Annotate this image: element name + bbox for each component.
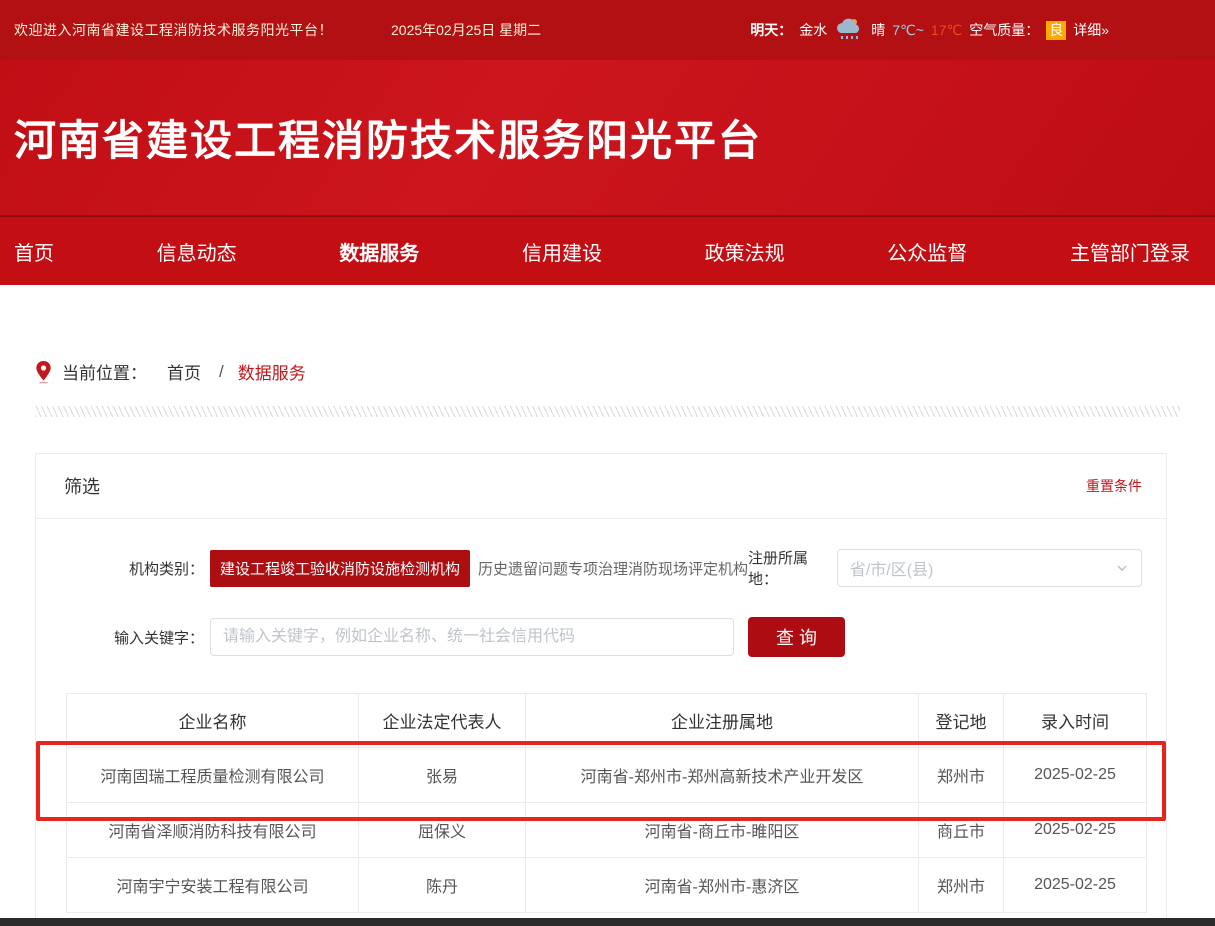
cloud-rain-icon [834, 18, 864, 42]
air-quality-badge: 良 [1046, 21, 1066, 40]
region-select[interactable]: 省/市/区(县) [837, 549, 1142, 587]
weather-detail-link[interactable]: 详细» [1073, 20, 1109, 40]
weather-district: 金水 [799, 20, 827, 40]
nav-item-home[interactable]: 首页 [14, 237, 54, 266]
table-header-row: 企业名称 企业法定代表人 企业注册属地 登记地 录入时间 [67, 694, 1147, 748]
col-registered-address: 企业注册属地 [526, 694, 919, 748]
cell-registered-address: 河南省-郑州市-郑州高新技术产业开发区 [526, 748, 919, 803]
reset-conditions-link[interactable]: 重置条件 [1086, 476, 1142, 496]
cell-legal-rep: 屈保义 [359, 803, 526, 858]
weather-widget: 明天： 金水 晴 7℃~ 17℃ 空气质量： 良 详细» [750, 18, 1109, 42]
region-label: 注册所属地： [748, 547, 829, 589]
location-pin-icon [35, 360, 52, 384]
cell-legal-rep: 张易 [359, 748, 526, 803]
weather-tomorrow-label: 明天： [750, 20, 792, 40]
nav-item-policy[interactable]: 政策法规 [705, 237, 785, 266]
cell-entry-date: 2025-02-25 [1004, 858, 1147, 913]
cell-registration-place: 商丘市 [919, 803, 1004, 858]
region-select-placeholder: 省/市/区(县) [850, 556, 934, 580]
category-label: 机构类别： [74, 558, 204, 579]
region-filter-group: 注册所属地： 省/市/区(县) [748, 547, 1142, 589]
cell-legal-rep: 陈丹 [359, 858, 526, 913]
chevron-down-icon [1115, 561, 1129, 575]
temp-high: 17℃ [931, 22, 962, 39]
col-entry-date: 录入时间 [1004, 694, 1147, 748]
slash-divider [35, 406, 1180, 417]
main-nav: 首页 信息动态 数据服务 信用建设 政策法规 公众监督 主管部门登录 [0, 215, 1215, 285]
keyword-label: 输入关键字： [74, 627, 204, 648]
welcome-text: 欢迎进入河南省建设工程消防技术服务阳光平台！ [14, 20, 333, 40]
cell-registration-place: 郑州市 [919, 748, 1004, 803]
category-tab-inspection[interactable]: 建设工程竣工验收消防设施检测机构 [210, 550, 470, 587]
results-table: 企业名称 企业法定代表人 企业注册属地 登记地 录入时间 河南固瑞工程质量检测有… [66, 693, 1147, 913]
breadcrumb-home[interactable]: 首页 [167, 359, 201, 384]
cell-registered-address: 河南省-郑州市-惠济区 [526, 858, 919, 913]
breadcrumb-label: 当前位置： [62, 359, 147, 384]
cell-entry-date: 2025-02-25 [1004, 803, 1147, 858]
breadcrumb-separator: / [219, 362, 224, 382]
nav-item-news[interactable]: 信息动态 [157, 237, 237, 266]
cell-company-name: 河南宇宁安装工程有限公司 [67, 858, 359, 913]
page: 欢迎进入河南省建设工程消防技术服务阳光平台！ 2025年02月25日 星期二 明… [0, 0, 1215, 926]
category-tab-legacy[interactable]: 历史遗留问题专项治理消防现场评定机构 [478, 558, 748, 579]
date-text: 2025年02月25日 星期二 [391, 20, 541, 40]
nav-item-supervision[interactable]: 公众监督 [887, 237, 967, 266]
table-row[interactable]: 河南固瑞工程质量检测有限公司 张易 河南省-郑州市-郑州高新技术产业开发区 郑州… [67, 748, 1147, 803]
nav-item-data-service[interactable]: 数据服务 [339, 237, 419, 266]
site-title: 河南省建设工程消防技术服务阳光平台 [14, 107, 762, 168]
keyword-input[interactable] [210, 618, 734, 656]
nav-item-admin-login[interactable]: 主管部门登录 [1070, 237, 1190, 266]
col-legal-rep: 企业法定代表人 [359, 694, 526, 748]
table-row[interactable]: 河南省泽顺消防科技有限公司 屈保义 河南省-商丘市-睢阳区 商丘市 2025-0… [67, 803, 1147, 858]
filter-panel-header: 筛选 重置条件 [36, 454, 1166, 519]
table-row[interactable]: 河南宇宁安装工程有限公司 陈丹 河南省-郑州市-惠济区 郑州市 2025-02-… [67, 858, 1147, 913]
nav-item-credit[interactable]: 信用建设 [522, 237, 602, 266]
cell-registered-address: 河南省-商丘市-睢阳区 [526, 803, 919, 858]
filter-title: 筛选 [64, 473, 100, 499]
col-company-name: 企业名称 [67, 694, 359, 748]
breadcrumb: 当前位置： 首页 / 数据服务 [35, 359, 1215, 384]
temp-low: 7℃~ [892, 22, 924, 39]
top-utility-bar: 欢迎进入河南省建设工程消防技术服务阳光平台！ 2025年02月25日 星期二 明… [0, 0, 1215, 60]
bottom-dark-bar [0, 918, 1215, 926]
cell-registration-place: 郑州市 [919, 858, 1004, 913]
cell-company-name: 河南省泽顺消防科技有限公司 [67, 803, 359, 858]
keyword-filter-row: 输入关键字： 查 询 [36, 617, 1166, 657]
site-banner: 河南省建设工程消防技术服务阳光平台 [0, 60, 1215, 215]
filter-panel: 筛选 重置条件 机构类别： 建设工程竣工验收消防设施检测机构 历史遗留问题专项治… [35, 453, 1167, 926]
breadcrumb-current: 数据服务 [238, 359, 306, 384]
results-table-wrap: 企业名称 企业法定代表人 企业注册属地 登记地 录入时间 河南固瑞工程质量检测有… [66, 693, 1146, 913]
cell-entry-date: 2025-02-25 [1004, 748, 1147, 803]
category-filter-row: 机构类别： 建设工程竣工验收消防设施检测机构 历史遗留问题专项治理消防现场评定机… [36, 547, 1166, 589]
weather-condition: 晴 [871, 20, 885, 40]
search-button[interactable]: 查 询 [748, 617, 845, 657]
col-registration-place: 登记地 [919, 694, 1004, 748]
cell-company-name: 河南固瑞工程质量检测有限公司 [67, 748, 359, 803]
air-quality-label: 空气质量： [969, 20, 1039, 40]
